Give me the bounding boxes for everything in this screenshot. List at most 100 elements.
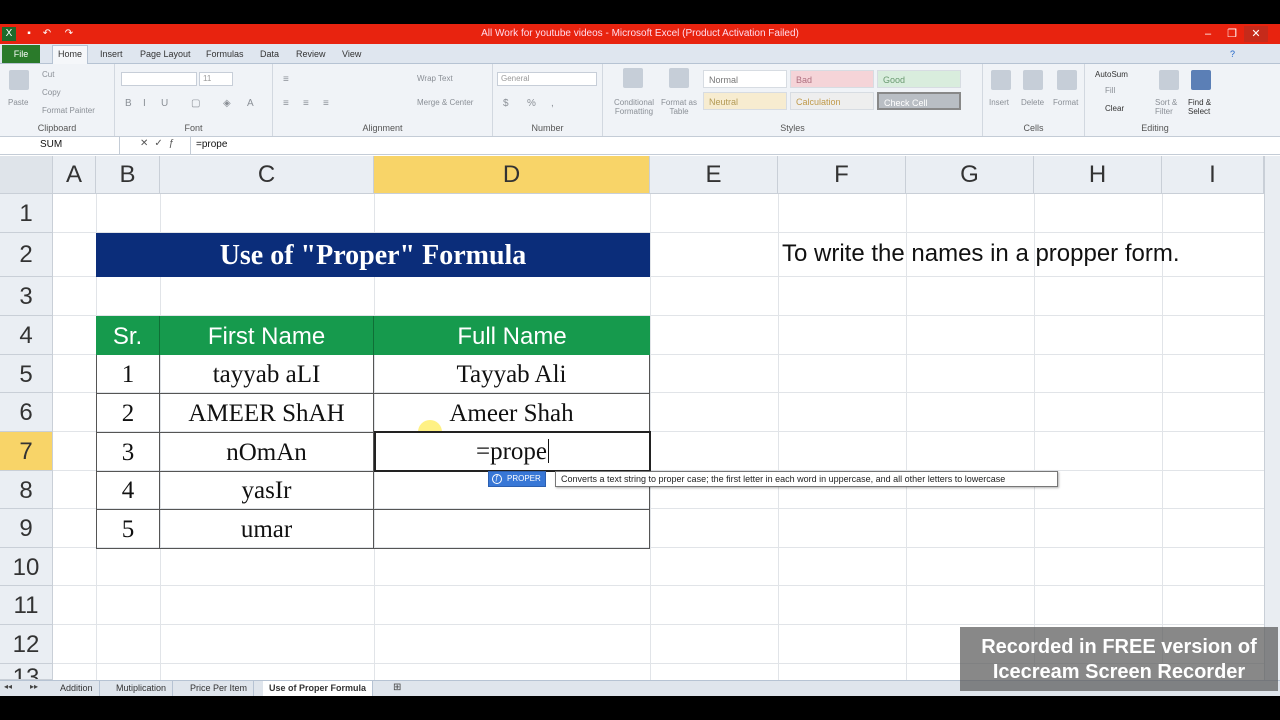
sheet-tab-use-of-proper-formula[interactable]: Use of Proper Formula: [263, 681, 374, 696]
insert-cells-button[interactable]: Insert: [989, 98, 1009, 107]
cut-button[interactable]: Cut: [42, 70, 54, 79]
cell-sr[interactable]: 2: [96, 394, 160, 433]
formula-buttons-icon[interactable]: ✕✓ƒ: [140, 138, 180, 149]
row-header-11[interactable]: 11: [0, 586, 53, 625]
row-header-13[interactable]: 13: [0, 664, 53, 680]
delete-cells-button[interactable]: Delete: [1021, 98, 1044, 107]
autosum-button[interactable]: AutoSum: [1095, 70, 1128, 79]
borders-icon[interactable]: ▢: [191, 98, 200, 109]
row-header-2[interactable]: 2: [0, 233, 53, 277]
cell-sr[interactable]: 5: [96, 510, 160, 549]
number-format-combo[interactable]: General: [497, 72, 597, 86]
row-header-1[interactable]: 1: [0, 194, 53, 233]
cell-sr[interactable]: 4: [96, 471, 160, 510]
font-color-icon[interactable]: A: [247, 98, 254, 109]
sheet-nav-first-icon[interactable]: ◂◂: [4, 682, 12, 691]
format-cells-icon[interactable]: [1057, 70, 1077, 90]
cell-full-name[interactable]: Ameer Shah: [374, 394, 650, 433]
currency-icon[interactable]: $: [503, 98, 509, 109]
merge-center-button[interactable]: Merge & Center: [417, 98, 473, 107]
sheet-tab-price-per-item[interactable]: Price Per Item: [184, 681, 255, 696]
col-header-d[interactable]: D: [374, 156, 650, 194]
tab-review[interactable]: Review: [296, 47, 326, 63]
vertical-scrollbar[interactable]: [1264, 156, 1280, 680]
cell-full-name[interactable]: Tayyab Ali: [374, 355, 650, 394]
row-header-3[interactable]: 3: [0, 277, 53, 316]
fill-color-icon[interactable]: ◈: [223, 98, 231, 109]
col-header-i[interactable]: I: [1162, 156, 1264, 194]
row-header-5[interactable]: 5: [0, 355, 53, 393]
sheet-note[interactable]: To write the names in a propper form.: [782, 240, 1180, 268]
tab-view[interactable]: View: [342, 47, 361, 63]
col-header-b[interactable]: B: [96, 156, 160, 194]
col-header-c[interactable]: C: [160, 156, 374, 194]
paste-icon[interactable]: [9, 70, 29, 90]
sort-filter-button[interactable]: Sort & Filter: [1155, 98, 1185, 116]
delete-cells-icon[interactable]: [1023, 70, 1043, 90]
align-left-icon[interactable]: ≡: [283, 98, 289, 109]
clear-button[interactable]: Clear: [1105, 104, 1124, 113]
formula-input[interactable]: =prope: [190, 137, 1265, 154]
sheet-banner-title[interactable]: Use of "Proper" Formula: [96, 233, 650, 277]
col-header-e[interactable]: E: [650, 156, 778, 194]
style-bad[interactable]: Bad: [790, 70, 874, 88]
row-header-10[interactable]: 10: [0, 548, 53, 586]
help-icon[interactable]: ?: [1230, 47, 1235, 63]
cell-first-name[interactable]: nOmAn: [160, 433, 374, 472]
row-header-4[interactable]: 4: [0, 316, 53, 355]
name-box[interactable]: SUM: [0, 137, 120, 154]
format-cells-button[interactable]: Format: [1053, 98, 1078, 107]
cell-first-name[interactable]: umar: [160, 510, 374, 549]
tab-data[interactable]: Data: [260, 47, 279, 63]
tab-page-layout[interactable]: Page Layout: [140, 47, 191, 63]
sort-filter-icon[interactable]: [1159, 70, 1179, 90]
header-first-name[interactable]: First Name: [160, 316, 374, 355]
bold-icon[interactable]: B: [125, 98, 132, 109]
cell-first-name[interactable]: yasIr: [160, 471, 374, 510]
minimize-icon[interactable]: –: [1196, 26, 1220, 42]
format-as-table-icon[interactable]: [669, 68, 689, 88]
tab-file[interactable]: File: [2, 45, 40, 63]
style-calculation[interactable]: Calculation: [790, 92, 874, 110]
font-name-combo[interactable]: [121, 72, 197, 86]
find-select-button[interactable]: Find & Select: [1188, 98, 1222, 116]
sheet-tab-addition[interactable]: Addition: [54, 681, 100, 696]
conditional-formatting-button[interactable]: Conditional Formatting: [609, 98, 659, 116]
tab-formulas[interactable]: Formulas: [206, 47, 244, 63]
worksheet-grid[interactable]: A B C D E F G H I 1 2 3 4 5 6 7 8 9 10 1…: [0, 156, 1264, 680]
conditional-formatting-icon[interactable]: [623, 68, 643, 88]
find-select-icon[interactable]: [1191, 70, 1211, 90]
align-top-icon[interactable]: ≡: [283, 74, 289, 85]
comma-icon[interactable]: ,: [551, 98, 554, 109]
autocomplete-item-proper[interactable]: ƒ PROPER: [488, 471, 546, 487]
insert-sheet-icon[interactable]: ⊞: [393, 682, 401, 693]
cell-sr[interactable]: 3: [96, 433, 160, 472]
tab-insert[interactable]: Insert: [100, 47, 123, 63]
col-header-a[interactable]: A: [53, 156, 96, 194]
col-header-g[interactable]: G: [906, 156, 1034, 194]
tab-home[interactable]: Home: [52, 45, 88, 65]
style-check-cell[interactable]: Check Cell: [877, 92, 961, 110]
italic-icon[interactable]: I: [143, 98, 146, 109]
sheet-nav-next-icon[interactable]: ▸▸: [30, 682, 38, 691]
style-good[interactable]: Good: [877, 70, 961, 88]
style-neutral[interactable]: Neutral: [703, 92, 787, 110]
cell-first-name[interactable]: AMEER ShAH: [160, 394, 374, 433]
row-header-12[interactable]: 12: [0, 625, 53, 664]
col-header-h[interactable]: H: [1034, 156, 1162, 194]
row-header-7[interactable]: 7: [0, 432, 53, 471]
format-as-table-button[interactable]: Format as Table: [659, 98, 699, 116]
insert-cells-icon[interactable]: [991, 70, 1011, 90]
align-center-icon[interactable]: ≡: [303, 98, 309, 109]
copy-button[interactable]: Copy: [42, 88, 61, 97]
cell-sr[interactable]: 1: [96, 355, 160, 394]
row-header-9[interactable]: 9: [0, 509, 53, 548]
format-painter-button[interactable]: Format Painter: [42, 106, 95, 115]
align-right-icon[interactable]: ≡: [323, 98, 329, 109]
select-all-corner[interactable]: [0, 156, 53, 194]
underline-icon[interactable]: U: [161, 98, 168, 109]
cell-full-name[interactable]: [374, 510, 650, 549]
restore-icon[interactable]: ❐: [1220, 26, 1244, 42]
close-icon[interactable]: ✕: [1244, 26, 1268, 42]
paste-button[interactable]: Paste: [8, 98, 28, 107]
